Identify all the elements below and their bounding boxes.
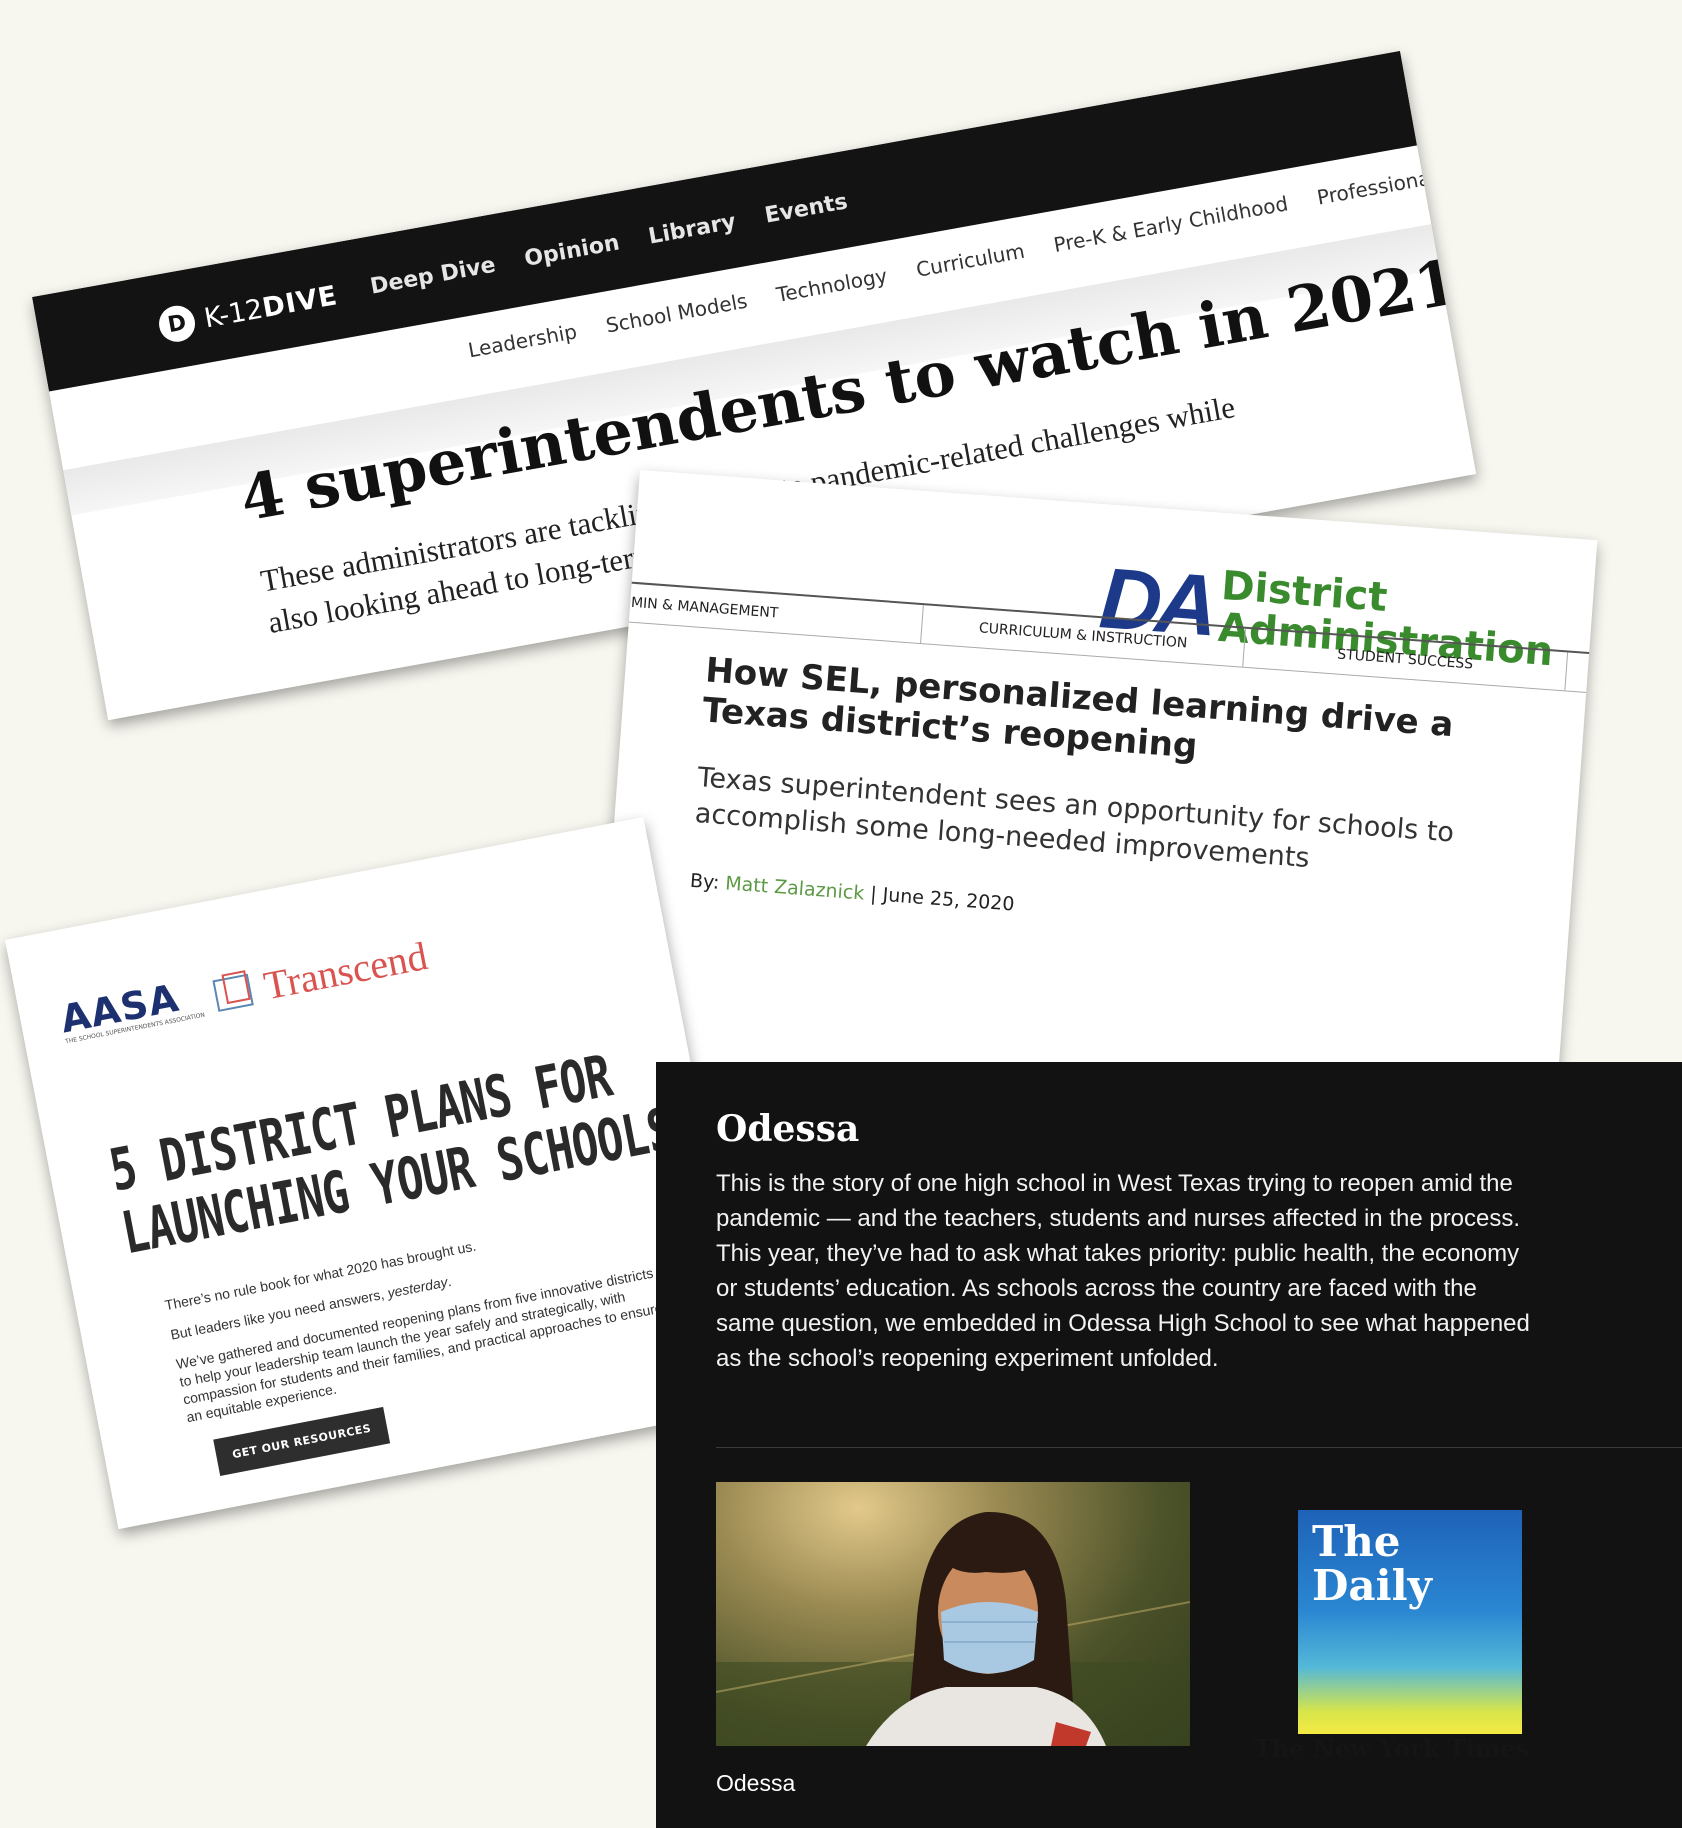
nav-library[interactable]: Library	[647, 209, 738, 249]
nav-opinion[interactable]: Opinion	[523, 230, 622, 272]
da-byline: By: Matt Zalaznick | June 25, 2020	[689, 870, 1015, 916]
body-paragraph-2-emphasis: yesterday	[386, 1273, 449, 1301]
nav-events[interactable]: Events	[763, 189, 850, 228]
podcast-title: The Daily	[1312, 1520, 1432, 1608]
podcast-title-line1: The	[1312, 1517, 1401, 1566]
nyt-wordmark: The New York Times	[1254, 1734, 1529, 1763]
series-title: Odessa	[716, 1108, 860, 1150]
section-divider	[716, 1447, 1682, 1448]
masked-student-image	[716, 1511, 1190, 1746]
the-daily-podcast-art[interactable]: The Daily	[1298, 1510, 1522, 1734]
aasa-logo[interactable]: AASA THE SCHOOL SUPERINTENDENTS ASSOCIAT…	[57, 974, 206, 1046]
author-link[interactable]: Matt Zalaznick	[725, 872, 866, 904]
partner-logos: AASA THE SCHOOL SUPERINTENDENTS ASSOCIAT…	[57, 931, 431, 1046]
odessa-photo[interactable]	[716, 1482, 1190, 1746]
k12dive-logo-bold: DIVE	[259, 279, 340, 324]
topic-professional-development[interactable]: Professional Deve	[1315, 154, 1476, 209]
topic-technology[interactable]: Technology	[774, 263, 889, 306]
tab-admin-management[interactable]: DMIN & MANAGEMENT	[598, 581, 924, 644]
podcast-title-line2: Daily	[1312, 1561, 1432, 1610]
byline-label: By:	[689, 869, 721, 894]
aasa-transcend-promo-card: AASA THE SCHOOL SUPERINTENDENTS ASSOCIAT…	[5, 817, 757, 1530]
topic-leadership[interactable]: Leadership	[466, 319, 578, 362]
topic-curriculum[interactable]: Curriculum	[914, 239, 1026, 282]
k12dive-logo-icon: D	[156, 302, 198, 345]
transcend-logo-icon	[212, 973, 254, 1012]
k12dive-logo-prefix: K-12	[201, 293, 266, 335]
transcend-logo[interactable]: Transcend	[260, 933, 431, 1008]
series-description: This is the story of one high school in …	[716, 1170, 1530, 1372]
publish-date: | June 25, 2020	[869, 883, 1016, 916]
nav-deep-dive[interactable]: Deep Dive	[368, 253, 497, 300]
nyt-odessa-panel: Odessa This is the story of one high sch…	[656, 1062, 1682, 1828]
k12dive-logo[interactable]: D K-12DIVE	[156, 277, 340, 345]
topic-school-models[interactable]: School Models	[604, 289, 749, 338]
photo-caption[interactable]: Odessa	[716, 1770, 795, 1797]
district-administration-article-card: DA District Administration DMIN & MANAGE…	[594, 470, 1598, 1159]
